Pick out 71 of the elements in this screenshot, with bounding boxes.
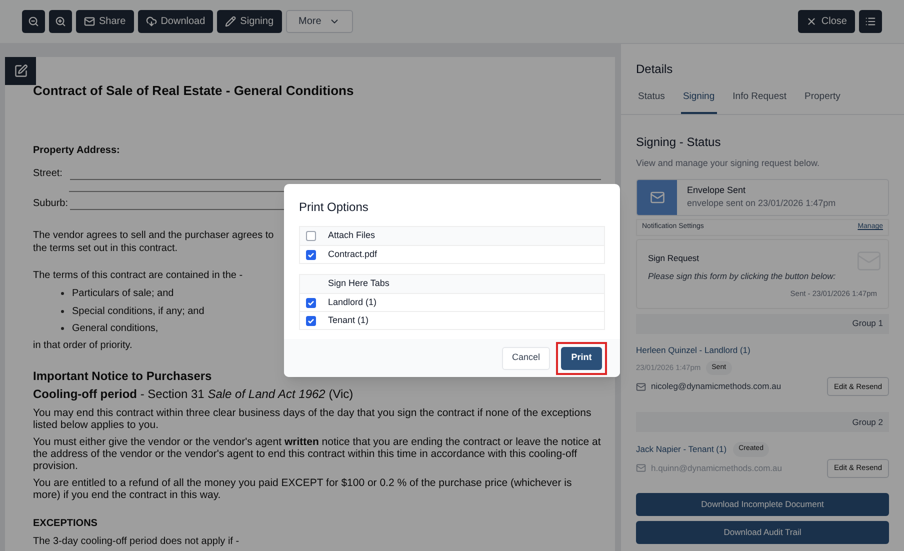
checkbox[interactable] — [306, 298, 316, 308]
dialog-title: Print Options — [299, 199, 370, 216]
checkbox[interactable] — [306, 231, 316, 241]
group-label: Sign Here Tabs — [328, 277, 390, 290]
list-button[interactable] — [859, 10, 882, 33]
edit-icon — [14, 64, 28, 78]
bullet-icon — [61, 292, 64, 296]
envelope-icon — [84, 16, 95, 27]
section-title: Signing - Status — [636, 134, 722, 152]
list-item: General conditions, — [72, 322, 158, 336]
more-button[interactable]: More — [286, 10, 354, 33]
tab[interactable]: Info Request — [730, 90, 789, 114]
download-button[interactable]: Download Incomplete Document — [636, 492, 889, 516]
zoom-out-button[interactable] — [22, 10, 45, 33]
paragraph: The vendor agrees to sell and the purchaser agrees to the terms set out in this contract. — [33, 229, 274, 255]
card-title: Envelope Sent — [687, 184, 747, 197]
section-heading: EXCEPTIONS — [33, 516, 98, 530]
option-label: Contract.pdf — [328, 248, 378, 261]
zoom-out-icon — [28, 16, 39, 27]
signer-email: nicoleg@dynamicmethods.com.au — [651, 380, 782, 393]
section-description: View and manage your signing request below. — [636, 157, 820, 170]
card-message: Please sign this form by clicking the button below: — [648, 270, 837, 282]
section-heading: Cooling-off period - Section 31 Sale of Land Act 1962 (Vic) — [33, 386, 354, 402]
toolbar-button[interactable]: Share — [76, 10, 134, 33]
field-label: Street: — [33, 167, 62, 180]
tab[interactable]: Signing — [680, 90, 717, 114]
paragraph: You must either give the vendor or the vendor's agent written notice that you are ending the contract or leave the notice at the address of the vendor or the vendor's agent to end this contract within this time in accordance with this cooling-off provision. — [33, 436, 601, 472]
pencil-icon — [225, 16, 236, 27]
toolbar-button[interactable]: Signing — [217, 10, 282, 33]
group-header: Group 1 — [636, 314, 889, 334]
checkbox[interactable] — [306, 250, 316, 260]
signer-name: Herleen Quinzel - Landlord (1) — [636, 344, 750, 356]
zoom-in-button[interactable] — [49, 10, 72, 33]
download-button[interactable]: Download Audit Trail — [636, 520, 889, 544]
list-item: Particulars of sale; and — [72, 287, 174, 300]
section-heading: Important Notice to Purchasers — [33, 368, 212, 384]
cloud-download-icon — [146, 16, 157, 27]
group-label: Attach Files — [328, 229, 376, 242]
bullet-icon — [61, 310, 64, 313]
toolbar-button[interactable]: Download — [138, 10, 214, 33]
paragraph: You are entitled to a refund of all the money you paid EXCEPT for $100 or 0.2 % of the purchase price (whichever is more) if you end the contract in this way. — [33, 476, 573, 500]
paragraph: You may end this contract within three clear business days of the day that you sign the contract if none of the exceptions listed below applies to you. — [33, 406, 592, 430]
tab[interactable]: Status — [636, 90, 667, 114]
checkbox[interactable] — [306, 316, 316, 326]
option-label: Tenant (1) — [328, 314, 369, 327]
group-header: Group 2 — [636, 412, 889, 432]
signer-name: Jack Napier - Tenant (1) — [636, 442, 727, 456]
field-label: Suburb: — [33, 197, 68, 210]
toolbar-button[interactable]: Close — [798, 10, 855, 33]
card-title: Sign Request — [648, 252, 700, 264]
option-label: Landlord (1) — [328, 296, 377, 309]
edit-button[interactable] — [5, 57, 36, 85]
envelope-icon — [636, 463, 646, 473]
tab[interactable]: Property — [802, 90, 842, 114]
panel-title: Details — [635, 61, 674, 78]
section-heading: Property Address: — [33, 144, 121, 157]
print-button[interactable]: Print — [561, 346, 602, 370]
paragraph: The 3-day cooling-off period does not apply if - — [33, 534, 240, 548]
zoom-in-icon — [55, 16, 66, 27]
paragraph: in that order of priority. — [33, 338, 132, 352]
paragraph: The terms of this contract are contained in the - — [33, 269, 243, 282]
list-item: Special conditions, if any; and — [72, 304, 204, 318]
list-icon — [865, 16, 876, 27]
envelope-icon — [650, 190, 664, 205]
envelope-icon — [636, 382, 646, 392]
signer-email: h.quinn@dynamicmethods.com.au — [651, 462, 782, 474]
bullet-icon — [61, 327, 64, 330]
card-subtitle: envelope sent on 23/01/2026 1:47pm — [687, 197, 836, 210]
document-title: Contract of Sale of Real Estate - General Conditions — [33, 83, 355, 99]
close-icon — [806, 16, 818, 27]
cancel-button[interactable]: Cancel — [502, 346, 550, 370]
